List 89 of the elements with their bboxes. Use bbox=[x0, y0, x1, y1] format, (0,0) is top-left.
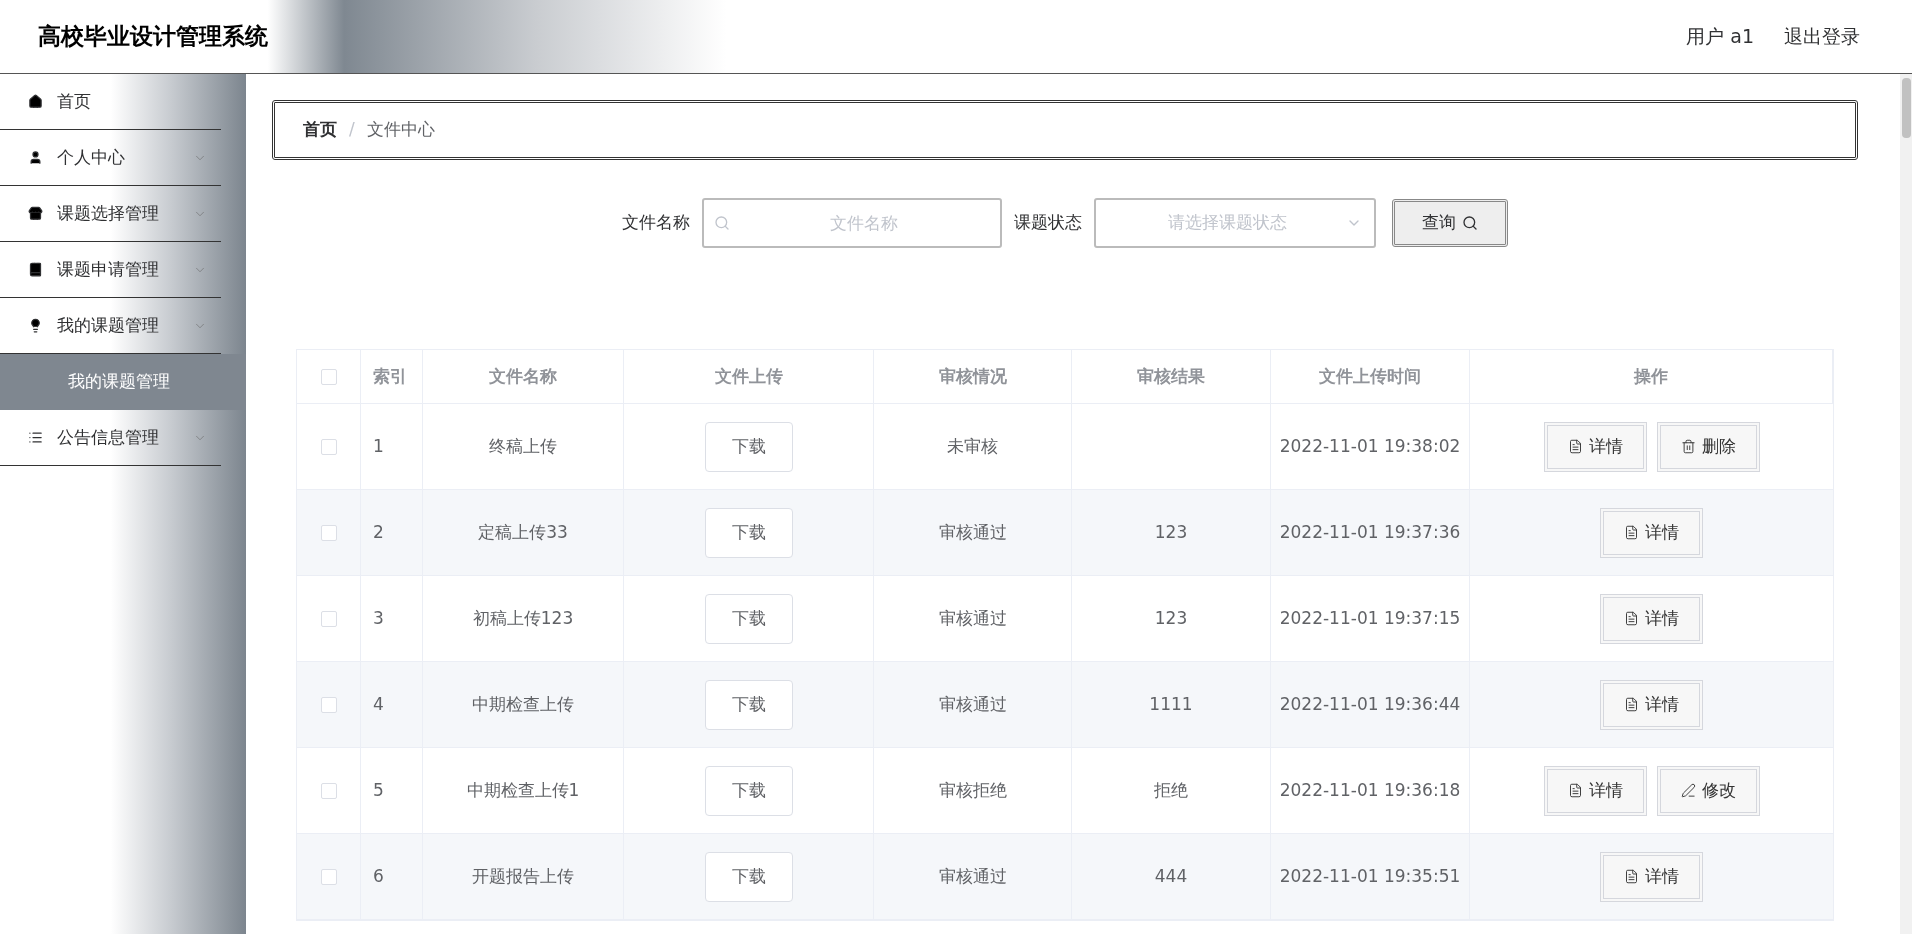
detail-button[interactable]: 详情 bbox=[1600, 851, 1703, 902]
sidebar-item[interactable]: 个人中心 bbox=[0, 130, 221, 186]
download-button[interactable]: 下载 bbox=[704, 765, 793, 816]
home-icon bbox=[28, 94, 43, 109]
list-icon bbox=[28, 430, 43, 445]
table-cell-text: 3 bbox=[373, 606, 384, 630]
sidebar-item[interactable]: 首页 bbox=[0, 74, 221, 130]
table-cell-text: 终稿上传 bbox=[489, 434, 557, 458]
query-button[interactable]: 查询 bbox=[1392, 199, 1508, 247]
detail-button[interactable]: 详情 bbox=[1600, 679, 1703, 730]
table-cell-text: 2 bbox=[373, 520, 384, 544]
table-cell-text: 2022-11-01 19:36:44 bbox=[1279, 692, 1461, 716]
table-cell-text: 审核通过 bbox=[938, 606, 1007, 630]
detail-button[interactable]: 详情 bbox=[1600, 507, 1703, 558]
field-label: 文件名称 bbox=[622, 211, 690, 235]
document-icon bbox=[1567, 439, 1583, 454]
detail-button[interactable]: 详情 bbox=[1543, 765, 1647, 816]
book-icon bbox=[28, 262, 43, 277]
row-checkbox[interactable] bbox=[320, 868, 337, 885]
table-cell-text: 审核拒绝 bbox=[938, 778, 1007, 802]
user-icon bbox=[28, 150, 43, 165]
table-cell-text: 未审核 bbox=[947, 434, 998, 458]
table-cell-text: 444 bbox=[1154, 864, 1188, 888]
search-icon bbox=[714, 215, 730, 231]
row-checkbox[interactable] bbox=[320, 524, 337, 541]
table-cell-text: 5 bbox=[373, 778, 384, 802]
column-header: 文件上传时间 bbox=[1319, 364, 1421, 388]
document-icon bbox=[1624, 869, 1639, 884]
table-cell-text: 2022-11-01 19:36:18 bbox=[1279, 778, 1461, 802]
user-label: 用户 a1 bbox=[1686, 24, 1754, 50]
column-header: 文件上传 bbox=[714, 364, 783, 388]
document-icon bbox=[1624, 525, 1639, 540]
column-header: 操作 bbox=[1634, 364, 1668, 388]
sidebar-item[interactable]: 课题选择管理 bbox=[0, 186, 221, 242]
detail-button[interactable]: 详情 bbox=[1600, 593, 1703, 644]
detail-button[interactable]: 详情 bbox=[1543, 421, 1647, 472]
document-icon bbox=[1624, 697, 1639, 712]
row-checkbox[interactable] bbox=[320, 696, 337, 713]
table-cell-text: 1111 bbox=[1149, 692, 1193, 716]
table-cell-text: 4 bbox=[373, 692, 384, 716]
table-cell-text: 6 bbox=[373, 864, 384, 888]
table-cell-text: 2022-11-01 19:37:15 bbox=[1279, 606, 1461, 630]
shop-icon bbox=[28, 206, 43, 221]
table-cell-text: 审核通过 bbox=[938, 520, 1007, 544]
select-all-checkbox[interactable] bbox=[320, 368, 337, 385]
field-label: 课题状态 bbox=[1014, 211, 1082, 235]
table-cell-text: 中期检查上传1 bbox=[466, 778, 580, 802]
table-cell-text: 2022-11-01 19:37:36 bbox=[1279, 520, 1461, 544]
delete-button[interactable]: 删除 bbox=[1656, 421, 1760, 472]
table-cell-text: 中期检查上传 bbox=[472, 692, 574, 716]
table-cell-text: 开题报告上传 bbox=[472, 864, 574, 888]
app-title: 高校毕业设计管理系统 bbox=[38, 22, 268, 52]
document-icon bbox=[1624, 611, 1639, 626]
sidebar-item[interactable]: 课题申请管理 bbox=[0, 242, 221, 298]
table-cell-text: 审核通过 bbox=[938, 692, 1007, 716]
lightbulb-icon bbox=[28, 318, 43, 333]
row-checkbox[interactable] bbox=[320, 438, 337, 455]
column-header: 文件名称 bbox=[489, 364, 557, 388]
table-cell-text: 初稿上传123 bbox=[472, 606, 574, 630]
logout-link[interactable]: 退出登录 bbox=[1784, 22, 1860, 51]
column-header: 审核结果 bbox=[1137, 364, 1205, 388]
table-cell-text: 123 bbox=[1154, 520, 1188, 544]
document-icon bbox=[1567, 783, 1583, 798]
edit-button[interactable]: 修改 bbox=[1656, 765, 1760, 816]
scrollbar-thumb[interactable] bbox=[1901, 78, 1911, 138]
table-cell-text: 拒绝 bbox=[1154, 778, 1188, 802]
breadcrumb-item: 文件中心 bbox=[366, 118, 435, 142]
table-cell-text: 1 bbox=[373, 434, 384, 458]
trash-icon bbox=[1680, 439, 1696, 454]
download-button[interactable]: 下载 bbox=[704, 507, 793, 558]
download-button[interactable]: 下载 bbox=[704, 851, 793, 902]
row-checkbox[interactable] bbox=[320, 782, 337, 799]
column-header: 索引 bbox=[373, 364, 407, 388]
sidebar-item[interactable]: 公告信息管理 bbox=[0, 410, 221, 466]
column-header: 审核情况 bbox=[938, 364, 1007, 388]
row-checkbox[interactable] bbox=[320, 610, 337, 627]
table-cell-text: 定稿上传33 bbox=[478, 520, 568, 544]
pen-icon bbox=[1680, 783, 1696, 798]
table-cell-text: 123 bbox=[1154, 606, 1188, 630]
breadcrumb-separator: / bbox=[349, 118, 355, 142]
download-button[interactable]: 下载 bbox=[704, 421, 793, 472]
table-cell-text: 2022-11-01 19:35:51 bbox=[1279, 864, 1461, 888]
breadcrumb-item[interactable]: 首页 bbox=[303, 117, 337, 143]
download-button[interactable]: 下载 bbox=[704, 593, 793, 644]
file-name-field[interactable]: 文件名称 bbox=[702, 198, 1002, 248]
table-cell-text: 2022-11-01 19:38:02 bbox=[1279, 434, 1461, 458]
download-button[interactable]: 下载 bbox=[704, 679, 793, 730]
table-cell-text: 审核通过 bbox=[938, 864, 1007, 888]
search-icon bbox=[1462, 215, 1478, 231]
